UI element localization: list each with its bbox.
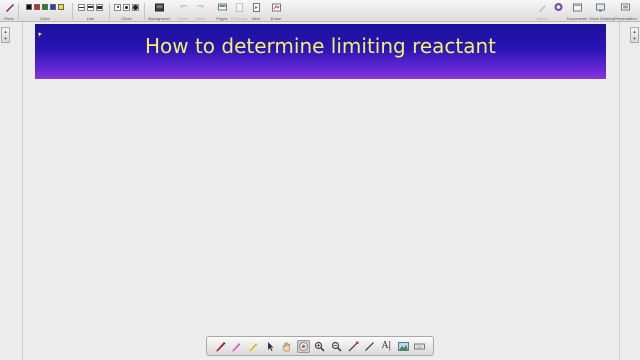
- podcast-button[interactable]: [551, 2, 565, 21]
- toolbar-divider: [144, 3, 145, 20]
- circle-label: Circle: [121, 16, 132, 21]
- circle-group: Circle: [111, 2, 142, 21]
- laser-pointer-icon: [348, 340, 359, 351]
- line-thick-button[interactable]: [96, 3, 103, 11]
- redo-icon: [196, 3, 205, 12]
- show-desktop-button[interactable]: Show Desktop: [589, 2, 615, 21]
- pen-icon: [215, 341, 226, 351]
- pages-label: Pages: [216, 16, 228, 21]
- keyboard-icon: [414, 343, 426, 349]
- chevron-down-icon: ▾: [4, 35, 7, 42]
- show-desktop-label: Show Desktop: [589, 16, 615, 21]
- show-desktop-icon: [595, 3, 605, 12]
- zoom-in-icon: [315, 341, 326, 352]
- left-panel-handle[interactable]: ▴ ▾: [1, 27, 10, 43]
- color-swatch-blue[interactable]: [50, 4, 56, 10]
- about-icon: [538, 3, 547, 12]
- marker-tool-button[interactable]: [247, 340, 260, 353]
- capture-icon: [298, 341, 308, 351]
- presentation-button[interactable]: Presentation: [613, 2, 638, 21]
- erase-icon: [271, 3, 281, 12]
- page-title: How to determine limiting reactant: [144, 34, 497, 58]
- toolbar-divider: [109, 3, 110, 20]
- undo-icon: [179, 3, 188, 12]
- line-icon: [365, 341, 375, 351]
- next-button[interactable]: Next: [249, 2, 263, 21]
- arrow-pointer-icon: [267, 341, 274, 351]
- board-canvas[interactable]: How to determine limiting reactant: [22, 22, 620, 360]
- pens-tool[interactable]: Pens: [1, 2, 17, 21]
- hand-icon: [282, 341, 291, 351]
- selection-handle-icon[interactable]: [38, 32, 44, 38]
- laser-pointer-button[interactable]: [347, 340, 360, 353]
- main-toolbar: Pens Color Line Circle Background Undo R…: [0, 0, 640, 22]
- documents-label: Documents: [567, 16, 588, 21]
- capture-tool-button[interactable]: [296, 339, 310, 353]
- highlighter-tool-button[interactable]: [230, 340, 243, 353]
- toolbar-divider: [18, 3, 19, 20]
- documents-icon: [572, 3, 582, 12]
- pen-icon: [5, 3, 14, 12]
- circle-small-button[interactable]: [114, 3, 121, 11]
- background-label: Background: [148, 16, 170, 21]
- previous-label: Previous: [231, 16, 247, 21]
- previous-page-icon: [235, 2, 244, 12]
- about-button[interactable]: About: [534, 2, 550, 21]
- presentation-label: Presentation: [614, 16, 637, 21]
- zoom-out-icon: [332, 341, 342, 352]
- line-thin-button[interactable]: [78, 3, 85, 11]
- image-tool-button[interactable]: [397, 340, 410, 353]
- title-banner[interactable]: How to determine limiting reactant: [35, 24, 606, 79]
- floating-toolbar: A|: [206, 336, 434, 356]
- image-icon: [397, 341, 409, 351]
- presentation-icon: [621, 3, 630, 12]
- circle-large-button[interactable]: [132, 3, 139, 11]
- podcast-icon: [553, 2, 563, 12]
- line-tool-button[interactable]: [363, 340, 376, 353]
- line-group: Line: [74, 2, 107, 21]
- pens-label: Pens: [4, 16, 14, 21]
- background-icon: [154, 3, 164, 12]
- color-swatch-yellow[interactable]: [58, 4, 64, 10]
- color-swatch-green[interactable]: [42, 4, 48, 10]
- highlighter-icon: [232, 342, 241, 351]
- color-swatch-red[interactable]: [34, 4, 40, 10]
- redo-button[interactable]: Redo: [193, 2, 207, 21]
- pen-tool-button[interactable]: [214, 340, 227, 353]
- erase-button[interactable]: Erase: [268, 2, 284, 21]
- line-label: Line: [86, 16, 95, 21]
- color-label: Color: [40, 16, 50, 21]
- hand-tool-button[interactable]: [280, 340, 293, 353]
- color-swatch-black[interactable]: [26, 4, 32, 10]
- chevron-up-icon: ▴: [633, 28, 636, 35]
- pages-button[interactable]: Pages: [214, 2, 230, 21]
- marker-icon: [248, 342, 258, 351]
- chevron-up-icon: ▴: [4, 28, 7, 35]
- about-label: About: [536, 16, 548, 21]
- documents-button[interactable]: Documents: [567, 2, 587, 21]
- virtual-keyboard-button[interactable]: [413, 340, 426, 353]
- undo-button[interactable]: Undo: [176, 2, 190, 21]
- text-tool-label: A|: [381, 340, 392, 351]
- pages-icon: [217, 3, 227, 12]
- zoom-out-button[interactable]: [330, 340, 343, 353]
- erase-label: Erase: [270, 16, 282, 21]
- undo-label: Undo: [178, 16, 188, 21]
- select-tool-button[interactable]: [264, 340, 277, 353]
- right-panel-handle[interactable]: ▴ ▾: [630, 27, 639, 43]
- toolbar-divider: [72, 3, 73, 20]
- chevron-down-icon: ▾: [633, 35, 636, 42]
- zoom-in-button[interactable]: [313, 340, 326, 353]
- redo-label: Redo: [195, 16, 205, 21]
- next-label: Next: [251, 16, 261, 21]
- previous-button[interactable]: Previous: [231, 2, 247, 21]
- text-tool-button[interactable]: A|: [380, 340, 393, 353]
- color-group: Color: [20, 2, 70, 21]
- next-page-icon: [252, 2, 261, 12]
- background-button[interactable]: Background: [146, 2, 172, 21]
- line-medium-button[interactable]: [87, 3, 94, 11]
- circle-medium-button[interactable]: [123, 3, 130, 11]
